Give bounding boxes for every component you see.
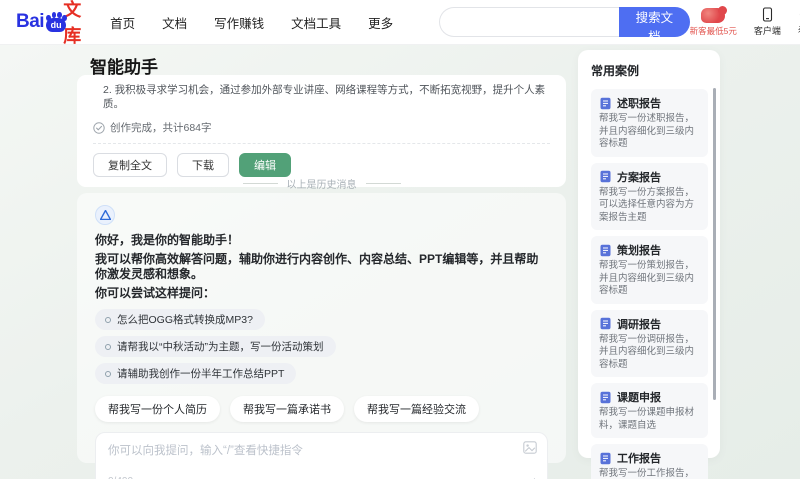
- quick-phrase-row: 帮我写一份个人简历 帮我写一篇承诺书 帮我写一篇经验交流: [95, 396, 548, 422]
- assistant-greeting: 你好，我是你的智能助手！: [95, 233, 240, 247]
- case-desc: 帮我写一份述职报告，并且内容细化到三级内容标题: [599, 113, 695, 149]
- generated-text-snippet: 2. 我积极寻求学习机会，通过参加外部专业讲座、网络课程等方式，不断拓宽视野，提…: [103, 84, 546, 110]
- promo-icon: [701, 5, 728, 23]
- case-desc: 帮我写一份工作报告，工作类型随机: [599, 468, 695, 479]
- baidu-paw-icon: du: [45, 12, 67, 32]
- nav-documents[interactable]: 文档: [162, 13, 187, 32]
- nav-write-earn[interactable]: 写作赚钱: [214, 13, 264, 32]
- assistant-prompt-hint: 你可以尝试这样提问：: [95, 286, 216, 300]
- common-cases-title: 常用案例: [591, 64, 640, 78]
- case-desc: 帮我写一份调研报告，并且内容细化到三级内容标题: [599, 333, 695, 370]
- suggestion-ogg-to-mp3[interactable]: 怎么把OGG格式转换成MP3?: [95, 309, 265, 330]
- common-cases-panel: 常用案例 述职报告 帮我写一份述职报告，并且内容细化到三级内容标题 方案报告 帮…: [578, 50, 720, 479]
- case-item-research-report[interactable]: 调研报告 帮我写一份调研报告，并且内容细化到三级内容标题: [591, 309, 708, 377]
- download-button[interactable]: 下载: [177, 153, 229, 177]
- chat-input-box: 0/400 ↵: [95, 432, 548, 479]
- assistant-avatar-icon: [95, 205, 115, 225]
- enter-send-icon[interactable]: ↵: [527, 475, 537, 479]
- case-title: 述职报告: [617, 98, 661, 110]
- bullet-circle-icon: [105, 343, 111, 350]
- header-right-group: 新客最低5元 客户端 看过: [689, 5, 800, 37]
- suggestion-label: 怎么把OGG格式转换成MP3?: [117, 314, 253, 326]
- case-title: 工作报告: [617, 453, 661, 465]
- suggestion-label: 请辅助我创作一份半年工作总结PPT: [117, 368, 285, 380]
- copy-full-text-button[interactable]: 复制全文: [93, 153, 167, 177]
- case-list: 述职报告 帮我写一份述职报告，并且内容细化到三级内容标题 方案报告 帮我写一份方…: [591, 89, 708, 479]
- creation-status-text: 创作完成，共计684字: [110, 122, 212, 134]
- logo-wenku-text: 文库: [63, 0, 82, 46]
- document-icon: [600, 170, 611, 183]
- history-divider: 以上是历史消息: [77, 176, 566, 191]
- case-title: 课题申报: [617, 392, 661, 404]
- divider-line-right: [365, 183, 401, 184]
- case-item-shuzhi-report[interactable]: 述职报告 帮我写一份述职报告，并且内容细化到三级内容标题: [591, 89, 708, 157]
- divider-line-left: [242, 183, 278, 184]
- page-body: 智能助手 2. 我积极寻求学习机会，通过参加外部专业讲座、网络课程等方式，不断拓…: [0, 45, 800, 479]
- case-title: 调研报告: [617, 318, 661, 331]
- case-title: 策划报告: [617, 245, 661, 257]
- check-circle-icon: [93, 121, 105, 134]
- nav-more[interactable]: 更多: [368, 13, 393, 32]
- quick-phrase-experience[interactable]: 帮我写一篇经验交流: [354, 396, 479, 422]
- search-input[interactable]: [439, 7, 620, 37]
- case-desc: 帮我写一份策划报告，并且内容细化到三级内容标题: [599, 260, 695, 296]
- document-icon: [600, 452, 611, 464]
- nav-doc-tools[interactable]: 文档工具: [291, 13, 341, 32]
- chat-input[interactable]: [96, 433, 547, 473]
- search-docs-button[interactable]: 搜索文档: [619, 7, 690, 44]
- edit-button[interactable]: 编辑: [239, 153, 291, 177]
- nav-home[interactable]: 首页: [110, 13, 135, 32]
- suggestion-mid-autumn-plan[interactable]: 请帮我以“中秋活动”为主题，写一份活动策划: [95, 336, 336, 357]
- image-upload-icon[interactable]: [523, 441, 537, 459]
- client-label: 客户端: [753, 26, 781, 36]
- suggestion-halfyear-ppt[interactable]: 请辅助我创作一份半年工作总结PPT: [95, 363, 297, 384]
- chat-panel: 你好，我是你的智能助手！ 我可以帮你高效解答问题，辅助你进行内容创作、内容总结、…: [77, 193, 566, 479]
- bullet-circle-icon: [105, 370, 111, 377]
- app-window: Bai du 文库 首页 文档 写作赚钱 文档工具 更多 搜索文档 新客最低5元: [0, 0, 800, 479]
- case-desc: 帮我写一份方案报告，可以选择任意内容为方案报告主题: [599, 186, 695, 223]
- document-icon: [600, 391, 611, 403]
- document-icon: [600, 244, 611, 256]
- document-icon: [600, 317, 611, 330]
- promo-label: 新客最低5元: [689, 25, 737, 36]
- history-message-card: 2. 我积极寻求学习机会，通过参加外部专业讲座、网络课程等方式，不断拓宽视野，提…: [77, 75, 566, 187]
- assistant-intro: 我可以帮你高效解答问题，辅助你进行内容创作、内容总结、PPT编辑等，并且帮助你激…: [95, 252, 539, 281]
- top-header: Bai du 文库 首页 文档 写作赚钱 文档工具 更多 搜索文档 新客最低5元: [0, 0, 800, 48]
- case-item-planning-report[interactable]: 策划报告 帮我写一份策划报告，并且内容细化到三级内容标题: [591, 236, 708, 304]
- dashed-divider: [93, 143, 550, 144]
- phone-icon: [762, 7, 772, 22]
- creation-status-row: 创作完成，共计684字: [93, 120, 550, 135]
- bullet-circle-icon: [105, 316, 111, 323]
- case-item-plan-report[interactable]: 方案报告 帮我写一份方案报告，可以选择任意内容为方案报告主题: [591, 162, 708, 230]
- case-desc: 帮我写一份课题申报材料，课题自选: [599, 407, 695, 431]
- case-item-work-report[interactable]: 工作报告 帮我写一份工作报告，工作类型随机: [591, 444, 708, 479]
- history-actions: 复制全文 下载 编辑: [93, 153, 550, 177]
- sidebar-scrollbar[interactable]: [713, 88, 716, 400]
- history-divider-label: 以上是历史消息: [286, 180, 357, 191]
- quick-phrase-commitment[interactable]: 帮我写一篇承诺书: [230, 396, 344, 422]
- quick-phrase-resume[interactable]: 帮我写一份个人简历: [95, 396, 220, 422]
- baidu-wenku-logo[interactable]: Bai du 文库: [16, 0, 88, 48]
- case-title: 方案报告: [617, 171, 661, 184]
- search-bar: 搜索文档: [439, 7, 690, 44]
- promo-entry[interactable]: 新客最低5元: [689, 5, 737, 37]
- case-item-project-application[interactable]: 课题申报 帮我写一份课题申报材料，课题自选: [591, 383, 708, 438]
- suggestion-label: 请帮我以“中秋活动”为主题，写一份活动策划: [117, 341, 324, 353]
- main-nav: 首页 文档 写作赚钱 文档工具 更多: [110, 13, 393, 32]
- logo-bai-text: Bai: [16, 11, 45, 32]
- client-entry[interactable]: 客户端: [754, 7, 781, 37]
- suggestion-list: 怎么把OGG格式转换成MP3? 请帮我以“中秋活动”为主题，写一份活动策划 请辅…: [95, 309, 548, 384]
- document-icon: [600, 97, 611, 109]
